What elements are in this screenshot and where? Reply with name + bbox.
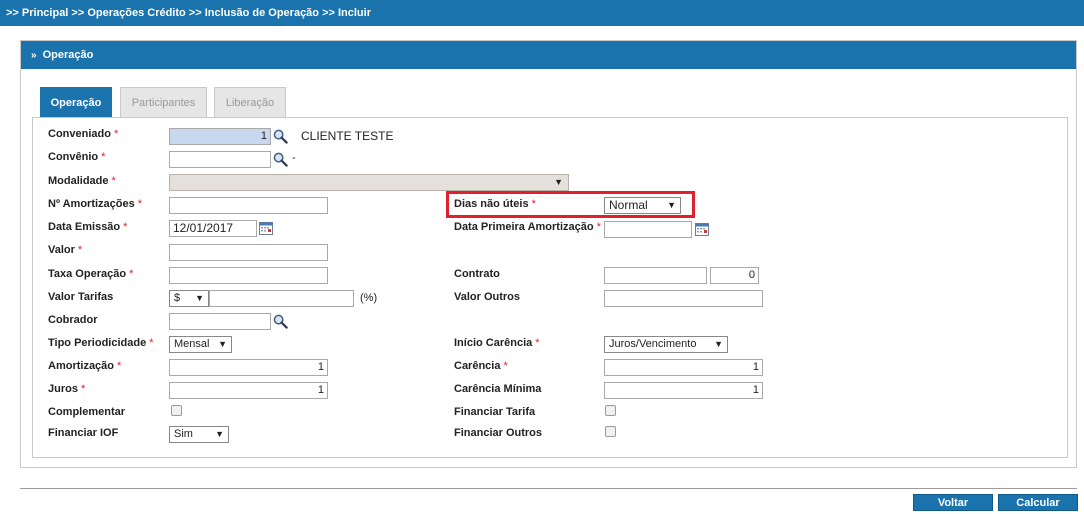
modalidade-select[interactable]: ▼ (169, 174, 569, 191)
panel-header[interactable]: » Operação (21, 41, 1076, 69)
modalidade-label: Modalidade * (48, 175, 116, 187)
tipo-periodicidade-label: Tipo Periodicidade * (48, 337, 154, 349)
cobrador-label: Cobrador (48, 314, 98, 326)
conveniado-name: CLIENTE TESTE (301, 129, 394, 143)
juros-label: Juros * (48, 383, 86, 395)
tipo-periodicidade-select[interactable]: Mensal ▼ (169, 336, 232, 353)
n-amortizacoes-input[interactable] (169, 197, 328, 214)
financiar-outros-label: Financiar Outros (454, 427, 543, 439)
dropdown-arrow-icon: ▼ (554, 177, 563, 187)
convenio-label: Convênio * (48, 151, 106, 163)
search-icon[interactable] (273, 314, 288, 329)
contrato-sequence-input[interactable]: 0 (710, 267, 759, 284)
dropdown-arrow-icon: ▼ (215, 429, 224, 439)
data-emissao-input[interactable]: 12/01/2017 (169, 220, 257, 237)
data-primeira-amortizacao-input[interactable] (604, 221, 692, 238)
contrato-input[interactable] (604, 267, 707, 284)
conveniado-label: Conveniado * (48, 128, 119, 140)
valor-tarifas-input[interactable] (209, 290, 354, 307)
complementar-checkbox[interactable] (171, 405, 182, 416)
search-icon[interactable] (273, 152, 288, 167)
footer-divider (20, 488, 1077, 489)
calendar-icon[interactable] (259, 221, 273, 235)
dropdown-arrow-icon: ▼ (195, 293, 204, 303)
calcular-button[interactable]: Calcular (998, 494, 1078, 511)
amortizacao-label: Amortização * (48, 360, 122, 372)
dias-nao-uteis-highlight (446, 191, 695, 218)
financiar-tarifa-checkbox[interactable] (605, 405, 616, 416)
carencia-minima-input[interactable]: 1 (604, 382, 763, 399)
inicio-carencia-select[interactable]: Juros/Vencimento ▼ (604, 336, 728, 353)
valor-input[interactable] (169, 244, 328, 261)
financiar-iof-select[interactable]: Sim ▼ (169, 426, 229, 443)
complementar-label: Complementar (48, 406, 126, 418)
financiar-tarifa-label: Financiar Tarifa (454, 406, 536, 418)
taxa-operacao-input[interactable] (169, 267, 328, 284)
voltar-button[interactable]: Voltar (913, 494, 993, 511)
convenio-input[interactable] (169, 151, 271, 168)
amortizacao-input[interactable]: 1 (169, 359, 328, 376)
panel-title: Operação (42, 49, 94, 61)
data-primeira-amortizacao-label: Data Primeira Amortização * (454, 221, 601, 233)
valor-tarifas-unit: (%) (360, 292, 378, 304)
dropdown-arrow-icon: ▼ (714, 339, 723, 349)
contrato-label: Contrato (454, 268, 500, 280)
conveniado-input[interactable]: 1 (169, 128, 271, 145)
data-emissao-label: Data Emissão * (48, 221, 128, 233)
n-amortizacoes-label: Nº Amortizações * (48, 198, 143, 210)
convenio-description: - (292, 152, 296, 164)
carencia-input[interactable]: 1 (604, 359, 763, 376)
carencia-label: Carência * (454, 360, 508, 372)
inicio-carencia-label: Início Carência * (454, 337, 540, 349)
taxa-operacao-label: Taxa Operação * (48, 268, 134, 280)
financiar-iof-label: Financiar IOF (48, 427, 119, 439)
tab-liberacao[interactable]: Liberação (214, 87, 286, 117)
tab-participantes[interactable]: Participantes (120, 87, 207, 117)
financiar-outros-checkbox[interactable] (605, 426, 616, 437)
breadcrumb: >> Principal >> Operações Crédito >> Inc… (0, 0, 1084, 26)
calendar-icon[interactable] (695, 222, 709, 236)
carencia-minima-label: Carência Mínima (454, 383, 542, 395)
cobrador-input[interactable] (169, 313, 271, 330)
juros-input[interactable]: 1 (169, 382, 328, 399)
valor-label: Valor * (48, 244, 83, 256)
valor-outros-label: Valor Outros (454, 291, 521, 303)
search-icon[interactable] (273, 129, 288, 144)
double-chevron-down-icon: » (31, 50, 37, 61)
dropdown-arrow-icon: ▼ (218, 339, 227, 349)
valor-outros-input[interactable] (604, 290, 763, 307)
valor-tarifas-currency-select[interactable]: $ ▼ (169, 290, 209, 307)
valor-tarifas-label: Valor Tarifas (48, 291, 114, 303)
operacao-form (32, 117, 1068, 458)
tab-operacao[interactable]: Operação (40, 87, 112, 117)
